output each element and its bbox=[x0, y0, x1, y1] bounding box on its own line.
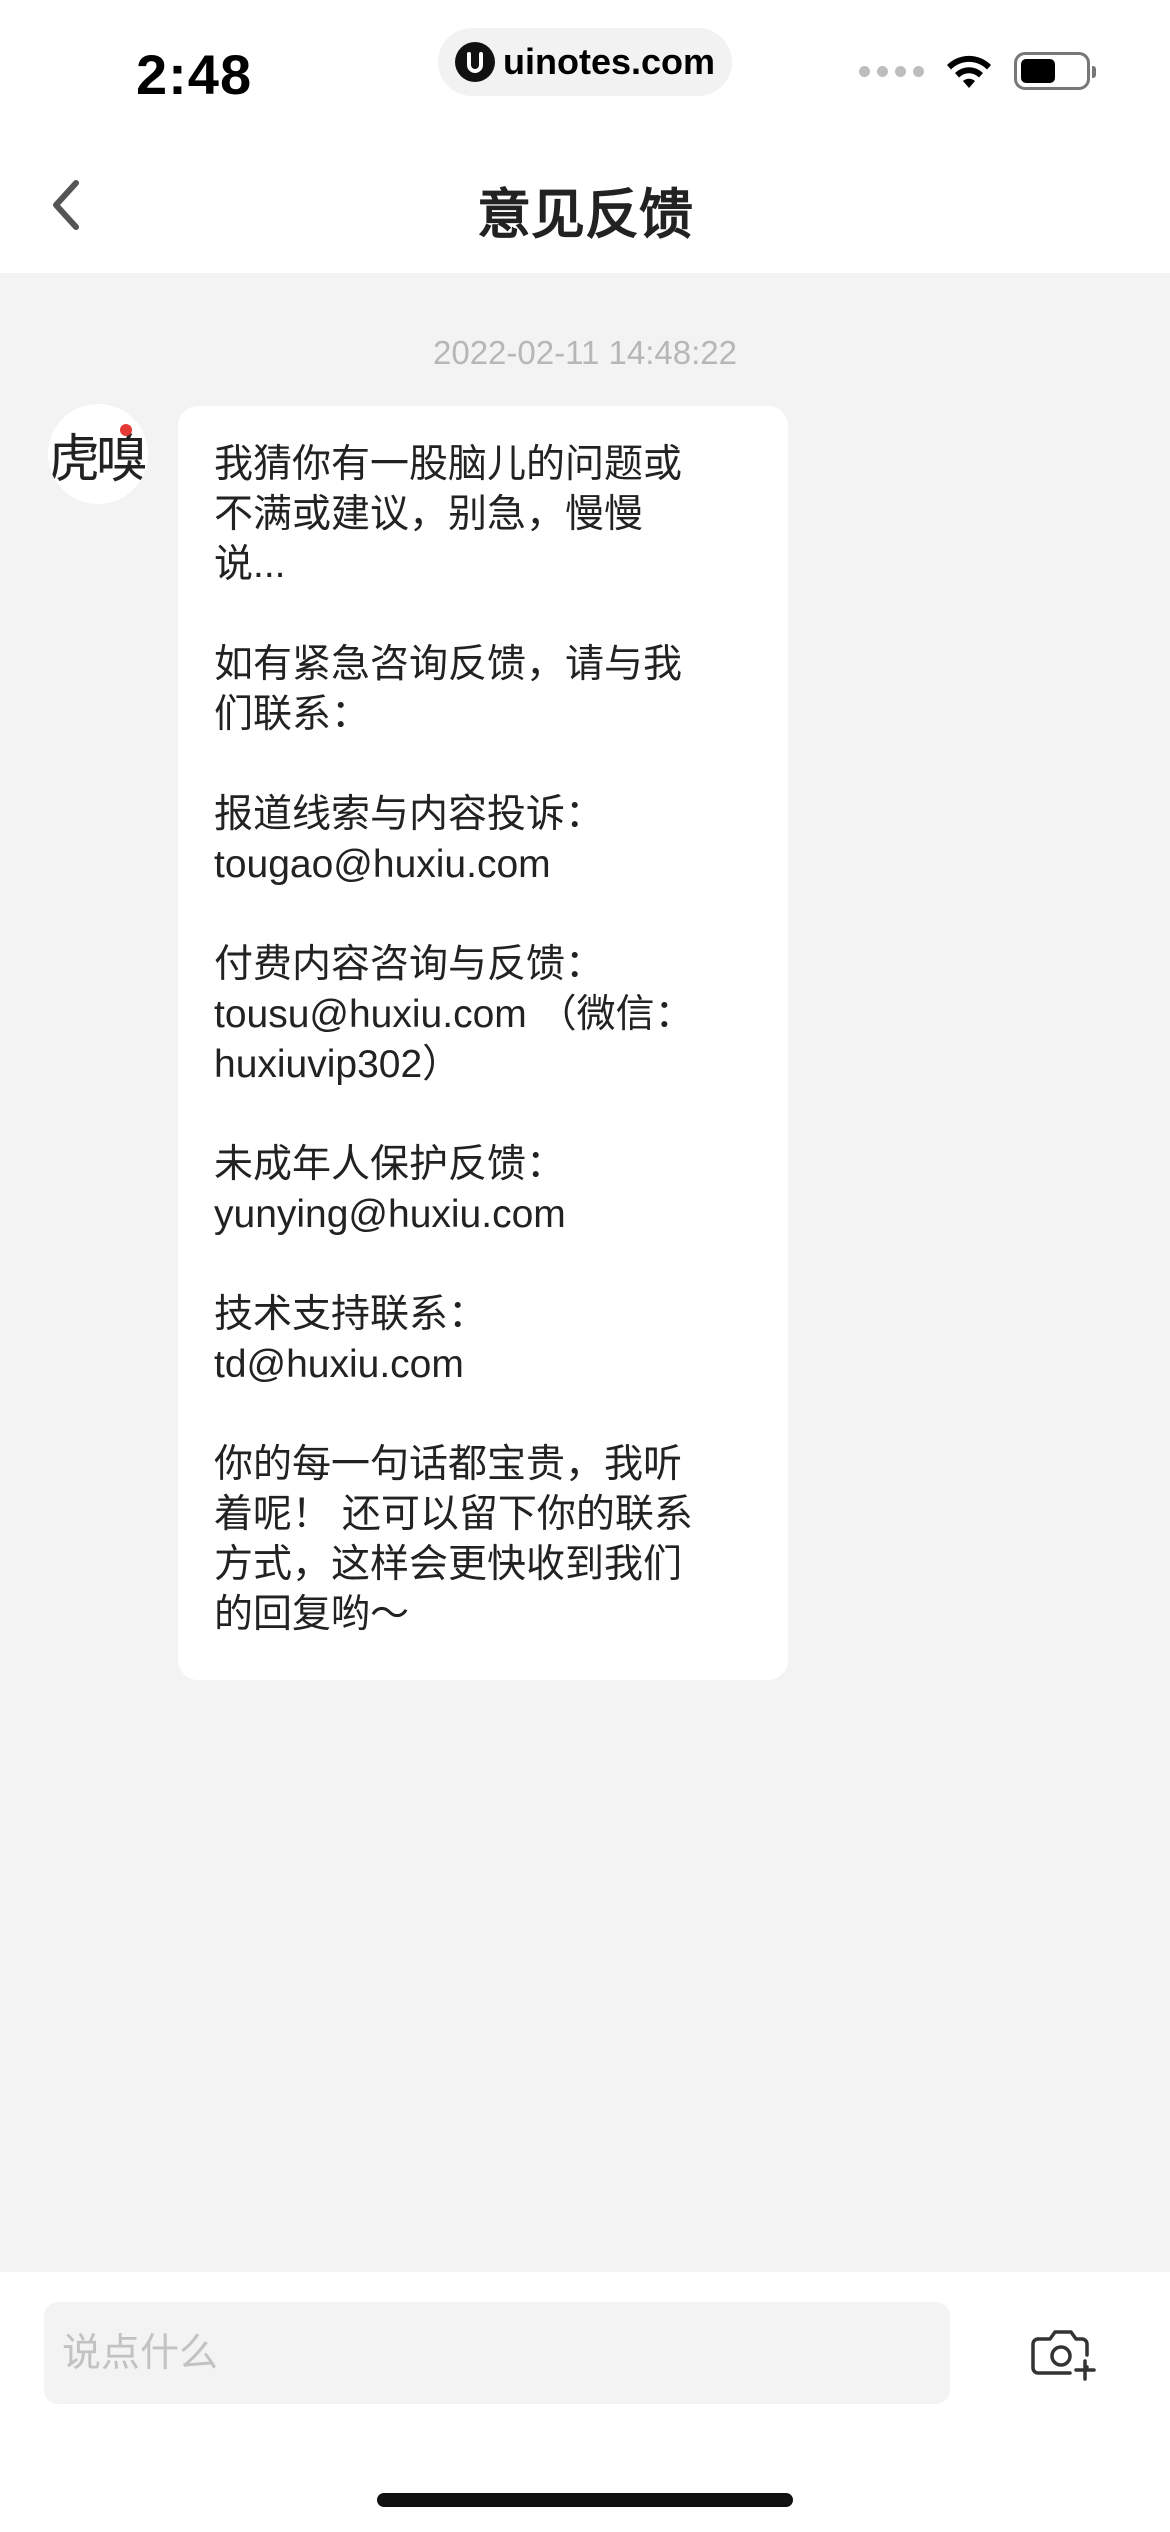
page-title: 意见反馈 bbox=[477, 183, 693, 246]
battery-level bbox=[1021, 59, 1056, 83]
wifi-icon bbox=[947, 55, 991, 88]
message-paragraph: 如有紧急咨询反馈，请与我 们联系： bbox=[214, 640, 754, 740]
message-paragraph: 报道线索与内容投诉： tougao@huxiu.com bbox=[214, 790, 754, 890]
battery-icon bbox=[1014, 52, 1096, 90]
avatar[interactable]: 虎嗅 bbox=[48, 404, 148, 504]
message-line: 的回复哟～ bbox=[214, 1593, 410, 1636]
message-line: td@huxiu.com bbox=[214, 1343, 464, 1386]
cellular-signal-icon bbox=[859, 65, 924, 77]
message-paragraph: 我猜你有一股脑儿的问题或 不满或建议，别急，慢慢 说... bbox=[214, 440, 754, 590]
message-line: yunying@huxiu.com bbox=[214, 1193, 566, 1236]
message-line: 报道线索与内容投诉： bbox=[214, 793, 605, 836]
message-bubble: 我猜你有一股脑儿的问题或 不满或建议，别急，慢慢 说... 如有紧急咨询反馈，请与我们… bbox=[178, 406, 788, 1680]
url-pill[interactable]: uinotes.com bbox=[438, 28, 732, 96]
message-input[interactable] bbox=[62, 2330, 950, 2376]
message-paragraph: 你的每一句话都宝贵，我听 着呢！ 还可以留下你的联系 方式，这样会更快收到我们 的回复… bbox=[214, 1440, 754, 1640]
message-line: 方式，这样会更快收到我们 bbox=[214, 1543, 683, 1586]
message-paragraph: 付费内容咨询与反馈： tousu@huxiu.com （微信： huxiuvip30… bbox=[214, 940, 754, 1090]
feedback-screen: 2:48 uinotes.com 意见反馈 2022-02-11 14:48:2… bbox=[0, 0, 1170, 2532]
message-line: 着呢！ 还可以留下你的联系 bbox=[214, 1493, 693, 1536]
message-line: 不满或建议，别急，慢慢 bbox=[214, 493, 644, 536]
camera-button[interactable] bbox=[1030, 2320, 1096, 2386]
message-line: 如有紧急咨询反馈，请与我 bbox=[214, 643, 683, 686]
message-line: 你的每一句话都宝贵，我听 bbox=[214, 1443, 683, 1486]
header: 2:48 uinotes.com 意见反馈 bbox=[0, 0, 1170, 273]
message-paragraph: 技术支持联系： td@huxiu.com bbox=[214, 1290, 754, 1390]
message-line: tougao@huxiu.com bbox=[214, 843, 551, 886]
message-line: tousu@huxiu.com （微信： bbox=[214, 993, 694, 1036]
message-line: huxiuvip302） bbox=[214, 1043, 462, 1086]
camera-add-icon bbox=[1031, 2330, 1096, 2381]
url-text: uinotes.com bbox=[502, 41, 716, 82]
message-line: 我猜你有一股脑儿的问题或 bbox=[214, 443, 683, 486]
composer-bar bbox=[0, 2272, 1170, 2532]
home-indicator bbox=[377, 2493, 793, 2507]
status-time: 2:48 bbox=[136, 43, 253, 106]
message-line: 技术支持联系： bbox=[214, 1293, 488, 1336]
status-icons bbox=[859, 52, 1096, 90]
avatar-accent-dot bbox=[120, 424, 132, 436]
message-line: 未成年人保护反馈： bbox=[214, 1143, 566, 1186]
message-line: 付费内容咨询与反馈： bbox=[214, 943, 605, 986]
message-paragraph: 未成年人保护反馈： yunying@huxiu.com bbox=[214, 1140, 754, 1240]
message-line: 们联系： bbox=[214, 693, 371, 736]
message-timestamp: 2022-02-11 14:48:22 bbox=[433, 334, 737, 371]
message-line: 说... bbox=[214, 543, 286, 586]
message-input-wrapper[interactable] bbox=[44, 2302, 950, 2404]
site-logo-icon bbox=[454, 42, 495, 82]
